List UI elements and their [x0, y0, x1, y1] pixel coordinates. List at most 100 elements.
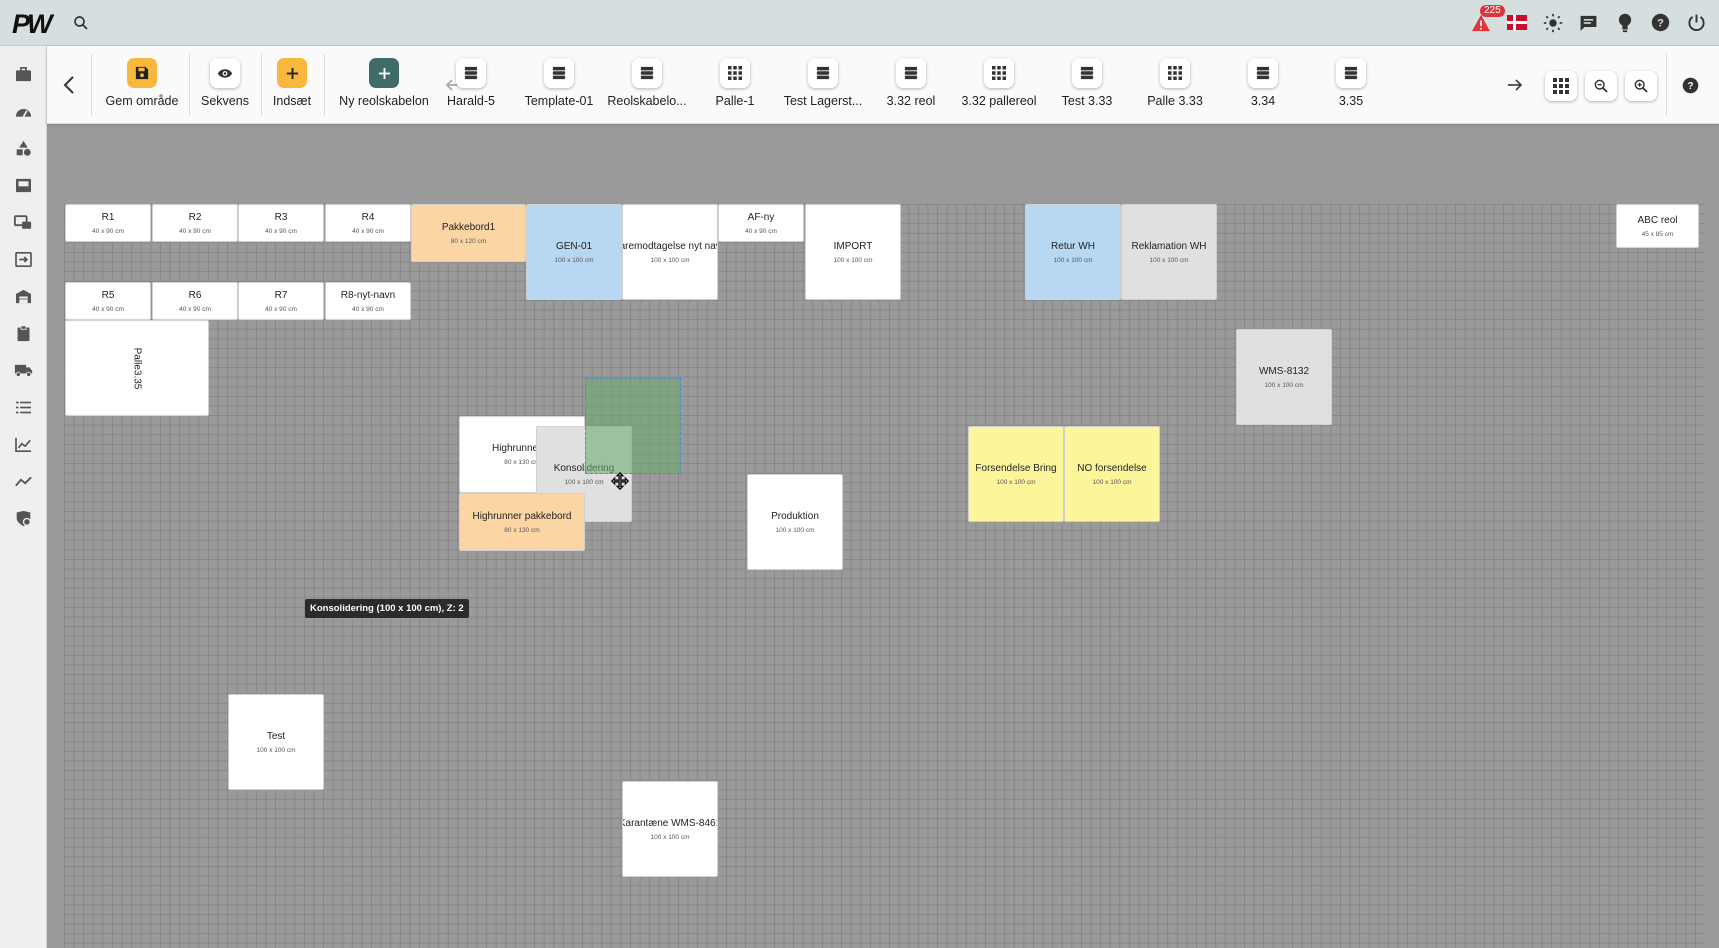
- warehouse-icon[interactable]: [13, 286, 33, 306]
- template-label: 3.35: [1338, 94, 1364, 108]
- app-logo[interactable]: PW: [12, 9, 52, 40]
- layout-box[interactable]: Pakkebord1 80 x 120 cm: [411, 204, 526, 262]
- chat-icon[interactable]: [1576, 10, 1601, 35]
- insert-button[interactable]: Indsæt: [248, 58, 336, 108]
- box-name: R5: [101, 289, 115, 301]
- truck-icon[interactable]: [13, 360, 33, 380]
- scroll-right-arrow-icon[interactable]: [1503, 73, 1527, 97]
- template-label: Test Lagerst...: [783, 94, 863, 108]
- theme-sun-icon[interactable]: [1540, 10, 1565, 35]
- search-icon[interactable]: [72, 14, 90, 32]
- save-area-button[interactable]: Gem område: [98, 58, 186, 108]
- briefcase-icon[interactable]: [13, 64, 33, 84]
- layout-box[interactable]: R3 40 x 90 cm: [238, 204, 324, 242]
- layout-box[interactable]: GEN-01 100 x 100 cm: [526, 204, 622, 300]
- layout-box[interactable]: R1 40 x 90 cm: [65, 204, 151, 242]
- layout-box[interactable]: WMS-8132 100 x 100 cm: [1236, 329, 1332, 425]
- eye-icon: [210, 58, 240, 88]
- box-tooltip: Konsolidering (100 x 100 cm), Z: 2: [305, 599, 469, 618]
- box-name: Highrunner pakkebord: [472, 510, 572, 522]
- box-name: Produktion: [771, 510, 819, 522]
- layout-box[interactable]: Reklamation WH 100 x 100 cm: [1121, 204, 1217, 300]
- box-name: Test: [266, 730, 286, 742]
- settings-shield-icon[interactable]: [13, 508, 33, 528]
- drop-target-highlight: [585, 378, 681, 474]
- chart-icon[interactable]: [13, 434, 33, 454]
- box-name: WMS-8132: [1258, 365, 1309, 377]
- template-button[interactable]: Test 3.33: [1043, 58, 1131, 108]
- template-button[interactable]: 3.32 pallereol: [955, 58, 1043, 108]
- shelf-icon: [1248, 58, 1278, 88]
- zoom-in-button[interactable]: [1625, 71, 1657, 101]
- layout-box[interactable]: AF-ny 40 x 90 cm: [718, 204, 804, 242]
- template-button[interactable]: 3.34: [1219, 58, 1307, 108]
- inbox-icon[interactable]: [13, 175, 33, 195]
- box-size: 45 x 85 cm: [1641, 230, 1674, 238]
- template-button[interactable]: Palle-1: [691, 58, 779, 108]
- layout-box[interactable]: Retur WH 100 x 100 cm: [1025, 204, 1121, 300]
- box-size: 40 x 90 cm: [179, 305, 211, 313]
- dashboard-icon[interactable]: [13, 101, 33, 121]
- layout-box[interactable]: R5 40 x 90 cm: [65, 282, 151, 320]
- layout-box[interactable]: R8-nyt-navn 40 x 90 cm: [325, 282, 411, 320]
- svg-text:?: ?: [1657, 17, 1664, 29]
- new-shelf-template-button[interactable]: Ny reolskabelon: [336, 58, 432, 108]
- list-icon[interactable]: [13, 397, 33, 417]
- box-size: 80 x 120 cm: [450, 237, 487, 245]
- template-button[interactable]: Palle 3.33: [1131, 58, 1219, 108]
- box-name: R7: [274, 289, 288, 301]
- box-size: 100 x 100 cm: [650, 256, 690, 264]
- grid-toggle-button[interactable]: [1545, 71, 1577, 101]
- template-label: Palle-1: [715, 94, 755, 108]
- box-size: 80 x 130 cm: [504, 526, 540, 534]
- template-button[interactable]: 3.32 reol: [867, 58, 955, 108]
- layout-box[interactable]: Produktion 100 x 100 cm: [747, 474, 843, 570]
- box-size: 40 x 90 cm: [265, 227, 297, 235]
- box-size: 100 x 100 cm: [833, 256, 873, 264]
- template-button[interactable]: 3.35: [1307, 58, 1395, 108]
- layout-box[interactable]: R2 40 x 90 cm: [152, 204, 238, 242]
- layout-box[interactable]: Forsendelse Bring 100 x 100 cm: [968, 426, 1064, 522]
- template-button[interactable]: Reolskabelo...: [603, 58, 691, 108]
- back-chevron-icon[interactable]: [57, 73, 81, 97]
- layout-box[interactable]: Test 100 x 100 cm: [228, 694, 324, 790]
- layout-box[interactable]: IMPORT 100 x 100 cm: [805, 204, 901, 300]
- layout-box[interactable]: R4 40 x 90 cm: [325, 204, 411, 242]
- layout-box[interactable]: Karantæne WMS-8461 100 x 100 cm: [622, 781, 718, 877]
- box-size: 40 x 90 cm: [745, 227, 777, 235]
- help-icon[interactable]: ?: [1648, 10, 1673, 35]
- help-icon[interactable]: ?: [1678, 73, 1702, 97]
- insert-label: Indsæt: [272, 94, 312, 108]
- layout-box[interactable]: Highrunner pakkebord 80 x 130 cm: [459, 493, 585, 551]
- box-name: R6: [188, 289, 202, 301]
- layout-box[interactable]: NO forsendelse 100 x 100 cm: [1064, 426, 1160, 522]
- danish-flag-icon[interactable]: [1504, 10, 1529, 35]
- trend-icon[interactable]: [13, 471, 33, 491]
- zoom-out-button[interactable]: [1585, 71, 1617, 101]
- transfer-icon[interactable]: [13, 249, 33, 269]
- shelf-icon: [896, 58, 926, 88]
- divider: [324, 54, 325, 116]
- shapes-icon[interactable]: [13, 138, 33, 158]
- clipboard-icon[interactable]: [13, 323, 33, 343]
- template-button[interactable]: Harald-5: [427, 58, 515, 108]
- box-size: 100 x 100 cm: [1053, 256, 1093, 264]
- alert-icon[interactable]: 225: [1468, 5, 1505, 35]
- layout-box[interactable]: R6 40 x 90 cm: [152, 282, 238, 320]
- layout-box[interactable]: Palle3.35: [65, 320, 209, 416]
- power-icon[interactable]: [1684, 10, 1709, 35]
- box-size: 100 x 100 cm: [1149, 256, 1189, 264]
- box-name: Varemodtagelse nyt navn: [623, 240, 717, 252]
- box-size: 100 x 100 cm: [554, 256, 594, 264]
- box-size: 40 x 90 cm: [265, 305, 297, 313]
- lightbulb-icon[interactable]: [1612, 10, 1637, 35]
- layout-box[interactable]: ABC reol 45 x 85 cm: [1616, 204, 1699, 248]
- layout-box[interactable]: Varemodtagelse nyt navn 100 x 100 cm: [622, 204, 718, 300]
- box-name: R2: [188, 211, 202, 223]
- template-button[interactable]: Test Lagerst...: [779, 58, 867, 108]
- box-size: 100 x 100 cm: [650, 833, 690, 841]
- map-icon[interactable]: [13, 212, 33, 232]
- layout-box[interactable]: R7 40 x 90 cm: [238, 282, 324, 320]
- template-button[interactable]: Template-01: [515, 58, 603, 108]
- shelf-icon: [544, 58, 574, 88]
